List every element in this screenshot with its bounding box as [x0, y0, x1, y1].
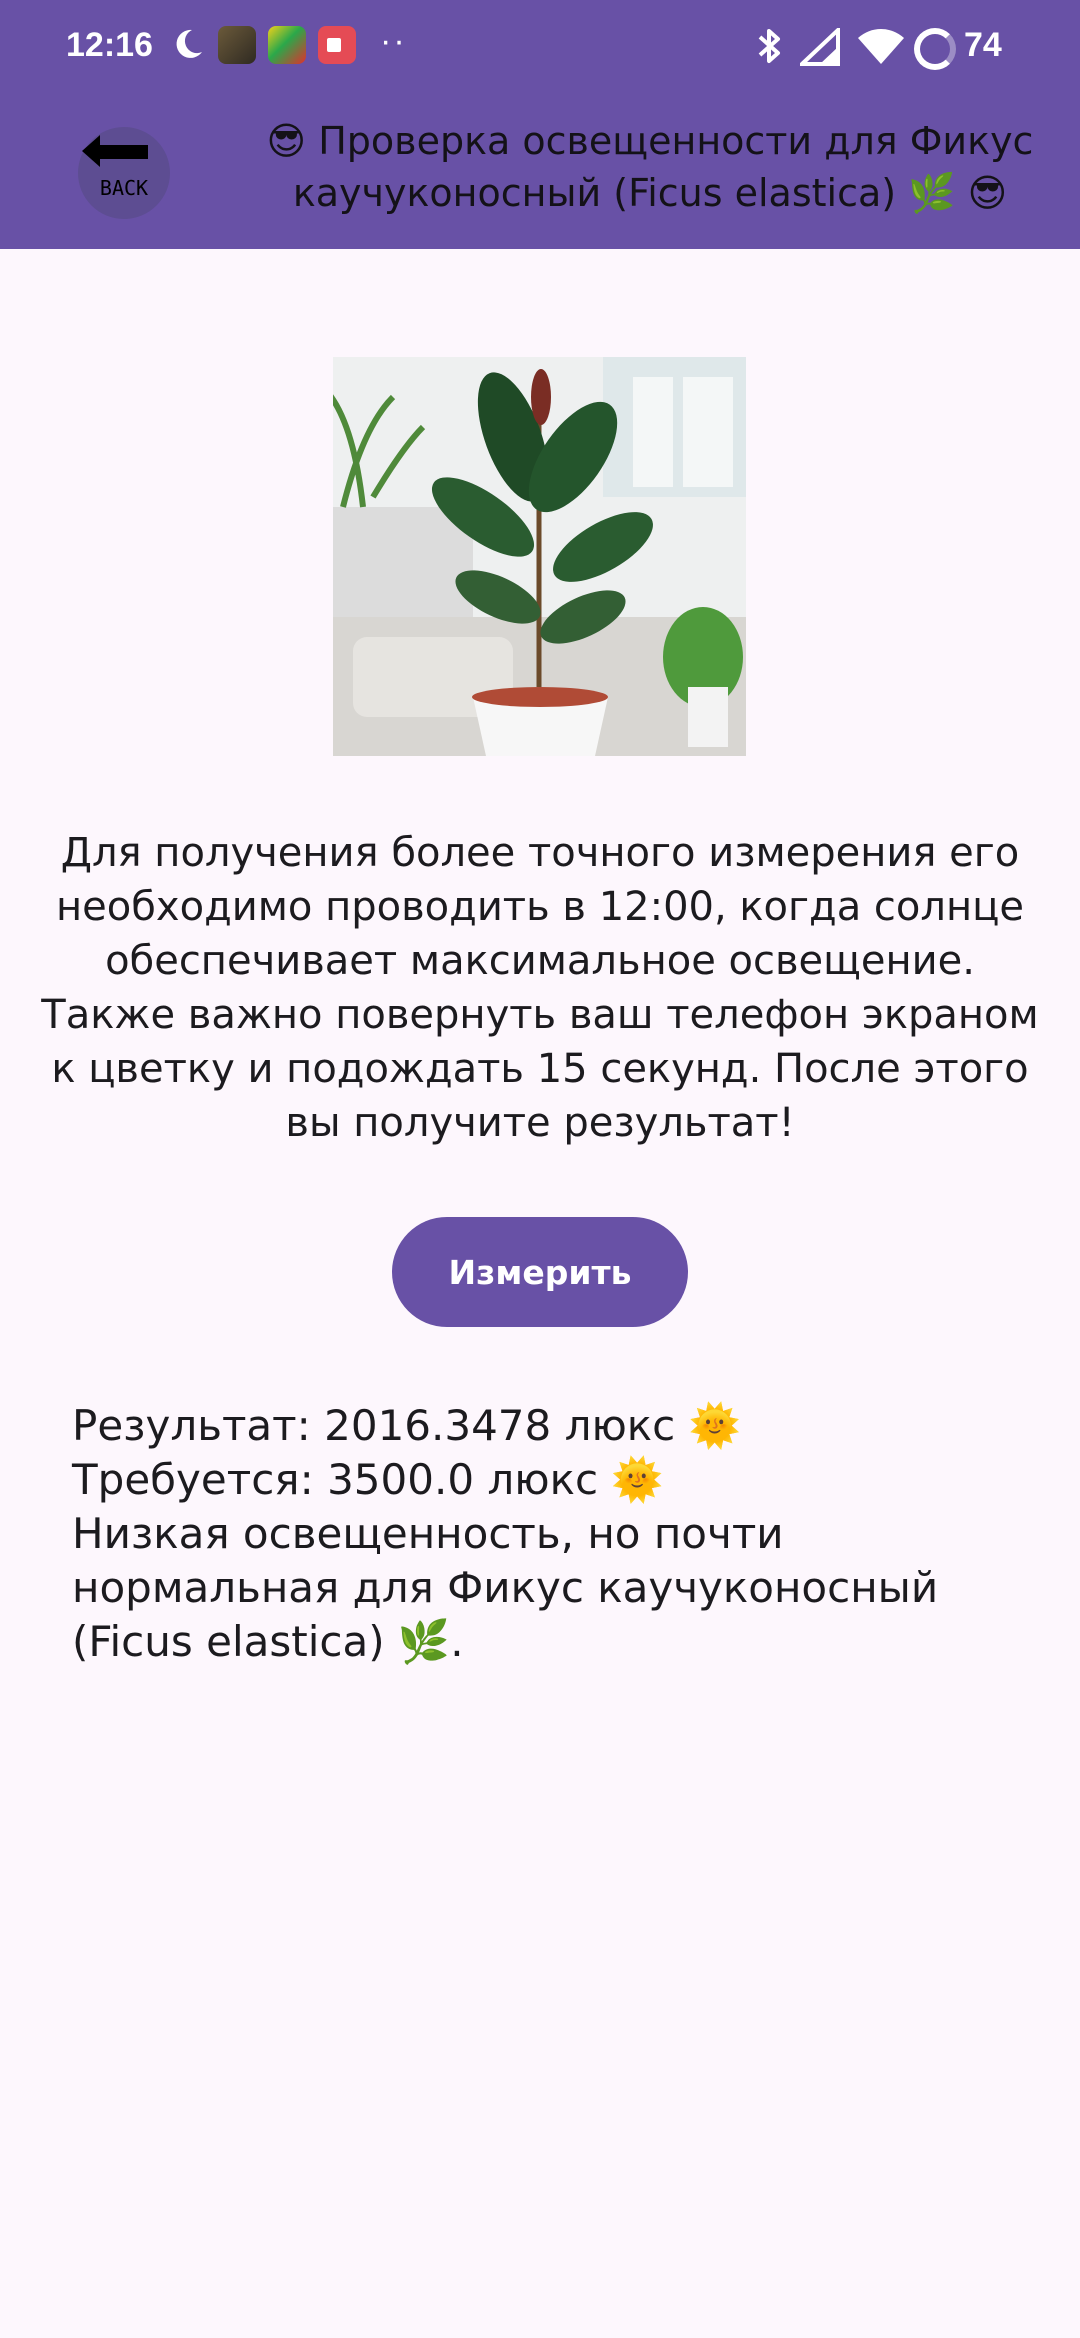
- signal-icon: [800, 28, 840, 66]
- moon-icon: [176, 29, 202, 58]
- back-arrow-icon: BACK: [82, 135, 148, 200]
- bluetooth-icon: [758, 29, 780, 63]
- back-label: BACK: [100, 176, 148, 200]
- wifi-icon: [858, 29, 904, 64]
- plant-image: [333, 357, 746, 756]
- status-time: 12:16: [66, 26, 153, 64]
- result-value: Результат: 2016.3478 люкс 🌞: [72, 1401, 741, 1450]
- back-button[interactable]: BACK: [78, 127, 170, 219]
- notification-app-2-icon: [268, 26, 306, 64]
- status-bar: 12:16 ·· 74: [0, 0, 1080, 96]
- battery-ring-icon: [914, 28, 956, 70]
- result-block: Результат: 2016.3478 люкс 🌞 Требуется: 3…: [72, 1399, 1032, 1669]
- instructions-text: Для получения более точного измерения ег…: [41, 830, 1039, 1146]
- notification-app-3-icon: [318, 26, 356, 64]
- battery-level: 74: [964, 26, 1002, 64]
- app-bar: 12:16 ·· 74 BACK 😎 Проверка освещенности…: [0, 0, 1080, 249]
- notification-app-1-icon: [218, 26, 256, 64]
- required-value: Требуется: 3500.0 люкс 🌞: [72, 1455, 664, 1504]
- measure-button[interactable]: Измерить: [392, 1217, 688, 1327]
- result-verdict: Низкая освещенность, но почти нормальная…: [72, 1509, 952, 1666]
- page-title: 😎 Проверка освещенности для Фикус каучук…: [266, 119, 1034, 215]
- more-notifications-icon: ··: [380, 22, 407, 60]
